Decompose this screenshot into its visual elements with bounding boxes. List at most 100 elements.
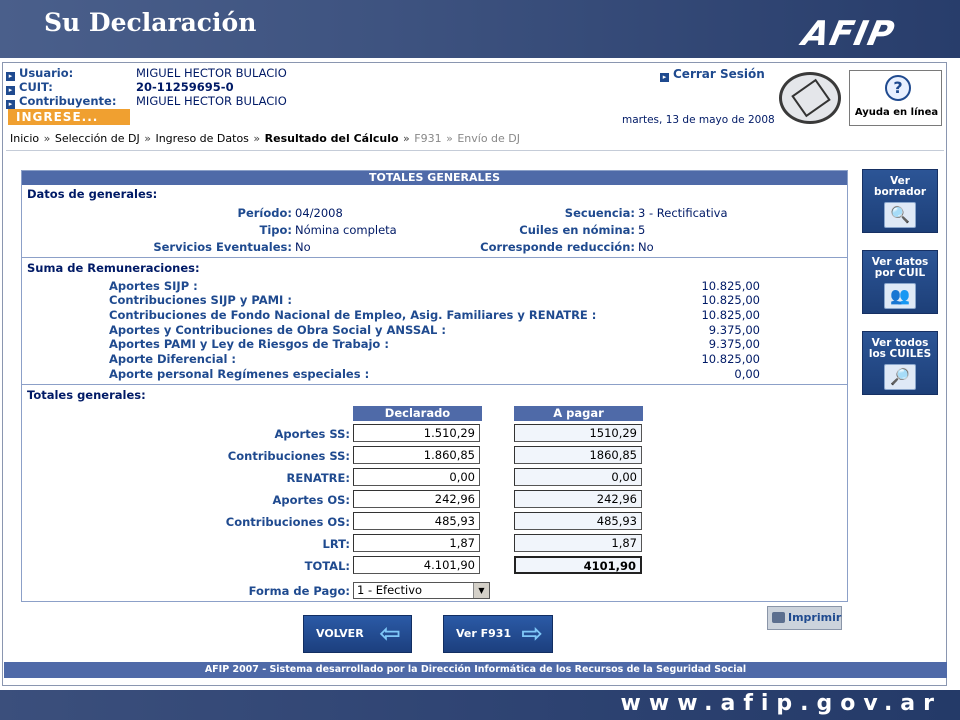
total-label: Contribuciones SS: [227,449,350,463]
rem-value: 0,00 [734,367,760,381]
cuiles-value: 5 [638,223,646,237]
declarado-field[interactable]: 242,96 [353,490,480,508]
periodo-label: Período: [237,206,292,220]
declarado-field[interactable]: 0,00 [353,468,480,486]
site-url: www.afip.gov.ar [620,691,942,716]
contribuyente-row: ▸ Contribuyente: MIGUEL HECTOR BULACIO [6,94,287,109]
contribuyente-value: MIGUEL HECTOR BULACIO [136,94,287,108]
crumb-resultado: Resultado del Cálculo [264,132,399,145]
forma-pago-select[interactable]: 1 - Efectivo ▼ [353,582,490,599]
rem-value: 10.825,00 [701,279,760,293]
datos-section-title: Datos de generales: [27,187,158,201]
button-label: los CUILES [868,348,932,360]
declarado-field[interactable]: 1.860,85 [353,446,480,464]
totales-panel: TOTALES GENERALES Datos de generales: Pe… [21,170,848,602]
ver-f931-label: Ver F931 [456,627,512,640]
apagar-field[interactable]: 242,96 [514,490,642,508]
seal-icon [779,72,841,124]
contribuyente-label: Contribuyente: [19,94,117,108]
ayuda-label: Ayuda en línea [854,107,939,118]
total-label: TOTAL: [304,559,350,573]
afip-logo: AFIP [798,14,899,54]
cerrar-sesion-label: Cerrar Sesión [673,67,765,81]
usuario-label: Usuario: [19,66,74,80]
declarado-field[interactable]: 1.510,29 [353,424,480,442]
ver-datos-cuil-button[interactable]: Ver datos por CUIL 👥 [862,250,938,314]
col-declarado: Declarado [353,406,482,421]
current-date: martes, 13 de mayo de 2008 [622,114,775,126]
printer-icon [772,612,785,623]
cerrar-sesion-link[interactable]: ▸ Cerrar Sesión [660,67,765,82]
crumb-envio: Envío de DJ [457,132,521,145]
rem-label: Aportes PAMI y Ley de Riesgos de Trabajo… [109,337,389,351]
cuit-label: CUIT: [19,80,53,94]
usuario-row: ▸ Usuario: MIGUEL HECTOR BULACIO [6,66,287,81]
apagar-field[interactable]: 1,87 [514,534,642,552]
chevron-down-icon[interactable]: ▼ [473,583,489,598]
apagar-field[interactable]: 0,00 [514,468,642,486]
footer: AFIP 2007 - Sistema desarrollado por la … [4,662,947,678]
help-icon: ? [885,75,911,101]
crumb-ingreso[interactable]: Ingreso de Datos [155,132,248,145]
divider [22,257,847,258]
cuit-row: ▸ CUIT: 20-11259695-0 [6,80,234,95]
volver-label: VOLVER [316,627,364,640]
imprimir-button[interactable]: Imprimir [767,606,842,630]
periodo-value: 04/2008 [295,206,343,220]
bullet-icon: ▸ [6,100,15,109]
tipo-label: Tipo: [259,223,292,237]
servicios-value: No [295,240,311,254]
rem-value: 10.825,00 [701,352,760,366]
cuiles-label: Cuiles en nómina: [519,223,635,237]
apagar-field[interactable]: 1860,85 [514,446,642,464]
servicios-label: Servicios Eventuales: [153,240,292,254]
forma-pago-label: Forma de Pago: [248,584,350,598]
crumb-seleccion[interactable]: Selección de DJ [55,132,140,145]
rem-value: 10.825,00 [701,293,760,307]
button-label: por CUIL [874,267,926,279]
usuario-value: MIGUEL HECTOR BULACIO [136,66,287,80]
total-label: LRT: [322,537,350,551]
rem-label: Aportes SIJP : [109,279,198,293]
panel-title: TOTALES GENERALES [22,171,847,185]
ingrese-button[interactable]: INGRESE... [8,109,130,125]
total-label: RENATRE: [286,471,351,485]
reduccion-label: Corresponde reducción: [480,240,635,254]
bullet-icon: ▸ [660,73,669,82]
ver-f931-button[interactable]: Ver F931 ⇨ [443,615,553,653]
forma-pago-value: 1 - Efectivo [357,583,423,597]
total-label: Aportes SS: [274,427,351,441]
arrow-right-icon: ⇨ [521,619,543,649]
reduccion-value: No [638,240,654,254]
magnifier-document-icon: 🔍 [884,202,916,228]
breadcrumb-divider [6,150,944,151]
ver-borrador-button[interactable]: Ver borrador 🔍 [862,169,938,233]
secuencia-value: 3 - Rectificativa [638,206,728,220]
suma-section-title: Suma de Remuneraciones: [27,261,200,275]
total-label: Aportes OS: [272,493,350,507]
apagar-field[interactable]: 485,93 [514,512,642,530]
page: Su Declaración AFIP ▸ Usuario: MIGUEL HEC… [0,0,960,720]
volver-button[interactable]: VOLVER ⇦ [303,615,412,653]
divider [22,384,847,385]
cuit-value: 20-11259695-0 [136,80,234,94]
crumb-f931: F931 [414,132,442,145]
ayuda-en-linea-button[interactable]: ? Ayuda en línea [849,70,942,126]
ver-todos-cuiles-button[interactable]: Ver todos los CUILES 🔎 [862,331,938,395]
declarado-field[interactable]: 485,93 [353,512,480,530]
users-icon: 👥 [884,283,916,309]
apagar-total-field[interactable]: 4101,90 [514,556,642,574]
arrow-left-icon: ⇦ [379,619,401,649]
rem-label: Contribuciones de Fondo Nacional de Empl… [109,308,597,322]
col-apagar: A pagar [514,406,643,421]
breadcrumb: Inicio » Selección de DJ » Ingreso de Da… [10,132,521,145]
crumb-inicio[interactable]: Inicio [10,132,39,145]
rem-label: Contribuciones SIJP y PAMI : [109,293,292,307]
bottom-banner: www.afip.gov.ar [0,690,960,720]
rem-value: 10.825,00 [701,308,760,322]
rem-value: 9.375,00 [708,337,760,351]
declarado-total-field[interactable]: 4.101,90 [353,556,480,574]
apagar-field[interactable]: 1510,29 [514,424,642,442]
declarado-field[interactable]: 1,87 [353,534,480,552]
total-label: Contribuciones OS: [225,515,350,529]
